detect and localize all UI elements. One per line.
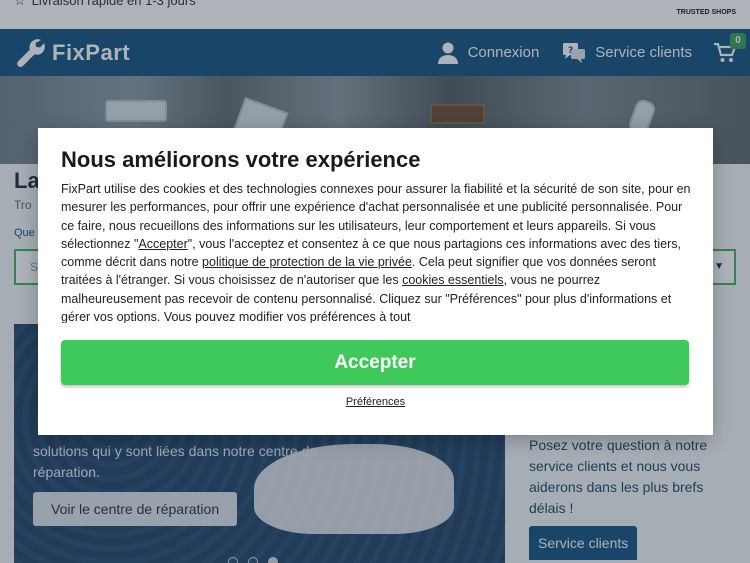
accept-button[interactable]: Accepter bbox=[61, 340, 689, 385]
cookie-consent-dialog: Nous améliorons votre expérience FixPart… bbox=[38, 128, 713, 435]
preferences-link[interactable]: Préférences bbox=[38, 396, 713, 408]
accept-inline-link[interactable]: Accepter bbox=[138, 237, 187, 251]
cookie-dialog-text: FixPart utilise des cookies et des techn… bbox=[61, 182, 691, 323]
essential-cookies-link[interactable]: cookies essentiels bbox=[402, 273, 503, 287]
cookie-dialog-title: Nous améliorons votre expérience bbox=[61, 147, 421, 172]
privacy-policy-link[interactable]: politique de protection de la vie privée bbox=[202, 255, 412, 269]
